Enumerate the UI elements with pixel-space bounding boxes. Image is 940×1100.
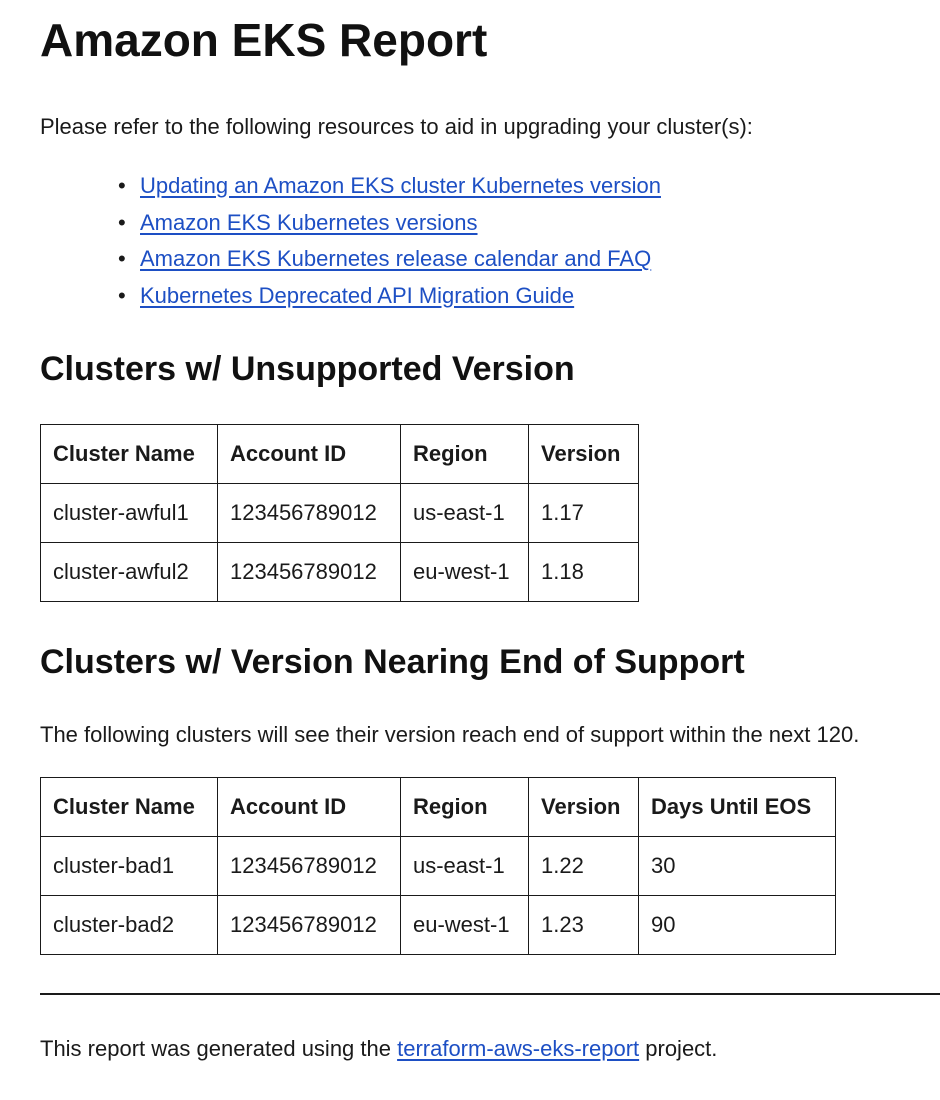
list-item: • Amazon EKS Kubernetes versions	[118, 205, 661, 242]
table-row: cluster-bad1 123456789012 us-east-1 1.22…	[40, 836, 836, 896]
table-cell: cluster-awful2	[40, 542, 218, 602]
column-header: Version	[528, 424, 639, 484]
table-row: cluster-bad2 123456789012 eu-west-1 1.23…	[40, 895, 836, 955]
bullet-icon: •	[118, 173, 126, 198]
list-item: • Amazon EKS Kubernetes release calendar…	[118, 241, 661, 278]
column-header: Account ID	[217, 777, 401, 837]
column-header: Version	[528, 777, 639, 837]
bullet-icon: •	[118, 282, 126, 308]
table-cell: 123456789012	[217, 483, 401, 543]
nearing-eos-clusters-table: Cluster Name Account ID Region Version D…	[40, 777, 836, 955]
link-eks-kubernetes-versions[interactable]: Amazon EKS Kubernetes versions	[140, 210, 478, 235]
table-cell: cluster-bad1	[40, 836, 218, 896]
table-cell: 1.23	[528, 895, 639, 955]
table-cell: us-east-1	[400, 836, 529, 896]
footer-prefix: This report was generated using the	[40, 1036, 398, 1061]
list-item: • Updating an Amazon EKS cluster Kuberne…	[118, 168, 661, 205]
table-cell: 90	[638, 895, 836, 955]
table-cell: cluster-bad2	[40, 895, 218, 955]
nearing-eos-heading: Clusters w/ Version Nearing End of Suppo…	[40, 643, 745, 681]
list-item: • Kubernetes Deprecated API Migration Gu…	[118, 278, 661, 315]
column-header: Region	[400, 777, 529, 837]
resource-links-list: • Updating an Amazon EKS cluster Kuberne…	[40, 168, 661, 314]
column-header: Region	[400, 424, 529, 484]
nearing-eos-description: The following clusters will see their ve…	[40, 722, 860, 747]
table-cell: eu-west-1	[400, 895, 529, 955]
table-cell: 123456789012	[217, 895, 401, 955]
table-cell: eu-west-1	[400, 542, 529, 602]
table-cell: 123456789012	[217, 542, 401, 602]
unsupported-heading: Clusters w/ Unsupported Version	[40, 350, 575, 388]
table-cell: cluster-awful1	[40, 483, 218, 543]
table-row: cluster-awful1 123456789012 us-east-1 1.…	[40, 483, 639, 543]
table-header-row: Cluster Name Account ID Region Version D…	[40, 777, 836, 837]
table-cell: 123456789012	[217, 836, 401, 896]
footer-suffix: project.	[639, 1036, 718, 1061]
column-header: Cluster Name	[40, 424, 218, 484]
page-title: Amazon EKS Report	[40, 14, 488, 66]
column-header: Cluster Name	[40, 777, 218, 837]
link-updating-eks-cluster[interactable]: Updating an Amazon EKS cluster Kubernete…	[140, 173, 661, 198]
table-cell: 1.18	[528, 542, 639, 602]
column-header: Days Until EOS	[638, 777, 836, 837]
table-row: cluster-awful2 123456789012 eu-west-1 1.…	[40, 542, 639, 602]
bullet-icon: •	[118, 246, 126, 271]
footer-text: This report was generated using the terr…	[40, 1035, 717, 1063]
footer-divider	[40, 993, 940, 995]
table-cell: us-east-1	[400, 483, 529, 543]
table-header-row: Cluster Name Account ID Region Version	[40, 424, 639, 484]
column-header: Account ID	[217, 424, 401, 484]
intro-text: Please refer to the following resources …	[40, 114, 753, 139]
table-cell: 1.22	[528, 836, 639, 896]
unsupported-clusters-table: Cluster Name Account ID Region Version c…	[40, 424, 639, 602]
bullet-icon: •	[118, 209, 126, 235]
table-cell: 30	[638, 836, 836, 896]
project-link[interactable]: terraform-aws-eks-report	[397, 1036, 639, 1061]
link-release-calendar-faq[interactable]: Amazon EKS Kubernetes release calendar a…	[140, 246, 651, 271]
table-cell: 1.17	[528, 483, 639, 543]
link-deprecated-api-guide[interactable]: Kubernetes Deprecated API Migration Guid…	[140, 283, 574, 308]
